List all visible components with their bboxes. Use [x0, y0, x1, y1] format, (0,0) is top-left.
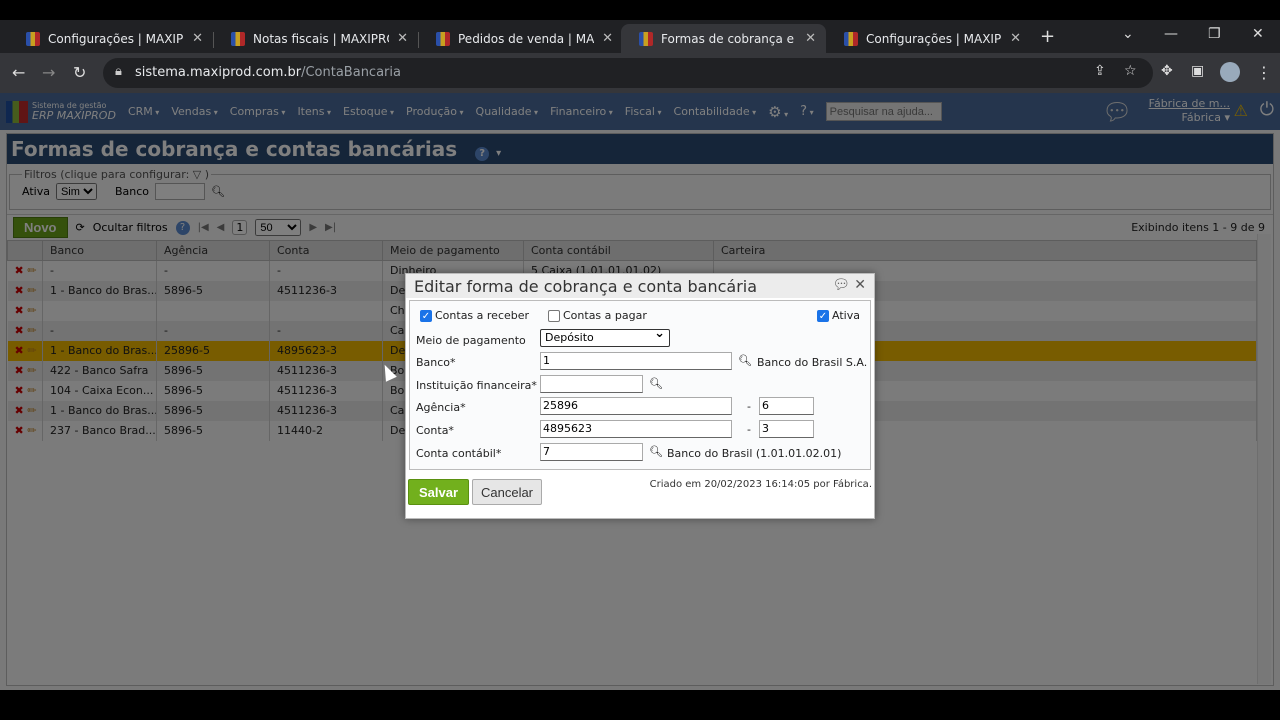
browser-tab-active[interactable]: Formas de cobrança e contas bancárias✕ — [621, 24, 826, 53]
letterbox-top — [0, 0, 1280, 20]
checkbox-unchecked-icon — [548, 310, 560, 322]
address-bar-area: ← → ↻ 🔒︎ sistema.maxiprod.com.br/ContaBan… — [0, 53, 1280, 93]
bookmark-star-icon[interactable]: ☆ — [1124, 63, 1137, 79]
agencia-input[interactable]: 25896 — [540, 397, 732, 415]
meio-pagamento-select[interactable]: Depósito — [540, 326, 670, 347]
dialog-title: Editar forma de cobrança e conta bancári… — [414, 277, 758, 296]
tab-search-icon[interactable]: ⌄ — [1122, 26, 1134, 42]
back-icon[interactable]: ← — [12, 63, 25, 82]
favicon-icon — [26, 31, 40, 46]
banco-search-icon[interactable]: 🔍︎ — [738, 354, 752, 367]
extensions-icon[interactable]: ✥ — [1161, 63, 1173, 79]
checkbox-checked-icon: ✓ — [817, 310, 829, 322]
cancel-button[interactable]: Cancelar — [472, 479, 542, 505]
profile-avatar[interactable] — [1220, 62, 1240, 82]
close-tab-icon[interactable]: ✕ — [397, 31, 408, 46]
conta-contabil-input[interactable]: 7 — [540, 443, 643, 461]
browser-tab[interactable]: Configurações | MAXIPROD✕ — [8, 24, 213, 53]
close-tab-icon[interactable]: ✕ — [192, 31, 203, 46]
url-field[interactable]: 🔒︎ sistema.maxiprod.com.br/ContaBancaria — [103, 58, 1153, 88]
lock-icon: 🔒︎ — [115, 64, 122, 79]
close-window-icon[interactable]: ✕ — [1252, 26, 1264, 42]
browser-tab-strip: Configurações | MAXIPROD✕ Notas fiscais … — [0, 20, 1280, 53]
browser-tab[interactable]: Configurações | MAXIPROD✕ — [826, 24, 1031, 53]
restore-icon[interactable]: ❐ — [1208, 26, 1221, 42]
letterbox-bottom — [0, 690, 1280, 720]
forward-icon[interactable]: → — [42, 63, 55, 82]
instituicao-input[interactable] — [540, 375, 643, 393]
banco-input[interactable]: 1 — [540, 352, 732, 370]
browser-tab[interactable]: Pedidos de venda | MAXIPROD✕ — [418, 24, 623, 53]
favicon-icon — [436, 31, 450, 46]
contas-pagar-checkbox[interactable]: Contas a pagar — [548, 309, 647, 322]
instituicao-search-icon[interactable]: 🔍︎ — [649, 377, 663, 390]
contas-receber-checkbox[interactable]: ✓ Contas a receber — [420, 309, 529, 322]
conta-dv-input[interactable]: 3 — [759, 420, 814, 438]
browser-tab[interactable]: Notas fiscais | MAXIPROD✕ — [213, 24, 418, 53]
sidepanel-icon[interactable]: ▣ — [1191, 63, 1204, 79]
reload-icon[interactable]: ↻ — [73, 63, 86, 82]
favicon-icon — [639, 31, 653, 46]
favicon-icon — [231, 31, 245, 46]
close-tab-icon[interactable]: ✕ — [602, 31, 613, 46]
share-icon[interactable]: ⇪ — [1094, 63, 1106, 79]
conta-input[interactable]: 4895623 — [540, 420, 732, 438]
close-icon[interactable]: ✕ — [854, 277, 866, 293]
favicon-icon — [844, 31, 858, 46]
save-button[interactable]: Salvar — [408, 479, 469, 505]
conta-contabil-search-icon[interactable]: 🔍︎ — [649, 445, 663, 458]
edit-dialog: Editar forma de cobrança e conta bancári… — [405, 273, 875, 519]
ativa-checkbox[interactable]: ✓ Ativa — [817, 309, 860, 322]
comment-icon[interactable]: 💬︎ — [832, 277, 850, 293]
agencia-dv-input[interactable]: 6 — [759, 397, 814, 415]
new-tab-icon[interactable]: + — [1040, 26, 1055, 47]
created-info: Criado em 20/02/2023 16:14:05 por Fábric… — [649, 479, 872, 490]
checkbox-checked-icon: ✓ — [420, 310, 432, 322]
minimize-icon[interactable]: — — [1164, 26, 1178, 42]
close-tab-icon[interactable]: ✕ — [805, 31, 816, 46]
close-tab-icon[interactable]: ✕ — [1010, 31, 1021, 46]
browser-menu-icon[interactable]: ⋮ — [1256, 63, 1272, 82]
